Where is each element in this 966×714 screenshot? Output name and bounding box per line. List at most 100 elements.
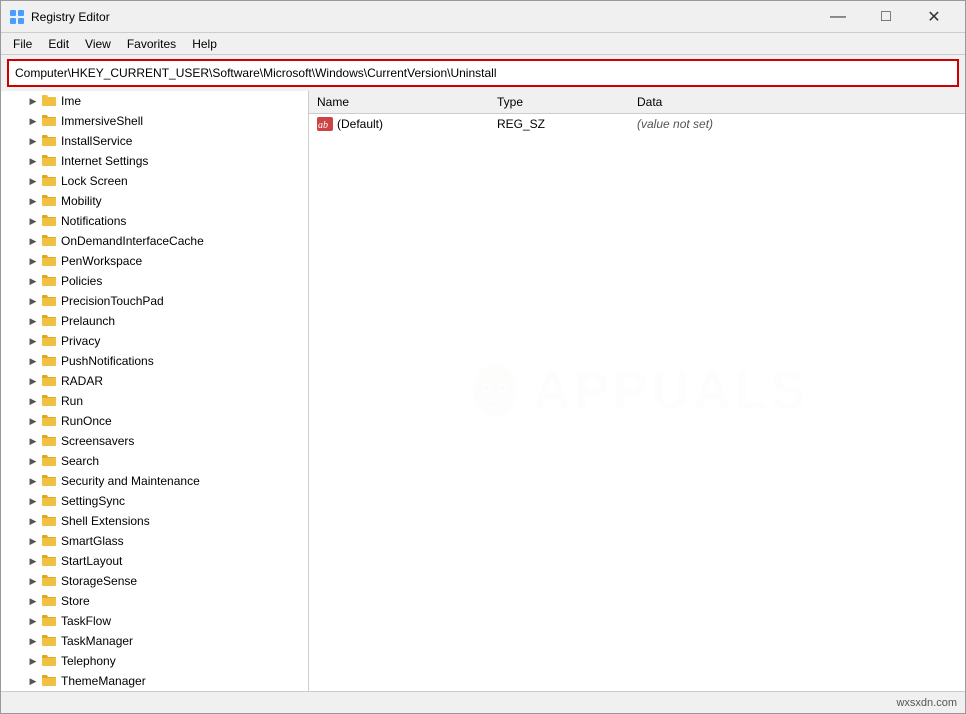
chevron-icon: ▶ xyxy=(25,533,41,549)
tree-label: Policies xyxy=(61,274,102,288)
chevron-icon: ▶ xyxy=(25,293,41,309)
tree-item-ondemand[interactable]: ▶ OnDemandInterfaceCache xyxy=(1,231,308,251)
maximize-button[interactable]: □ xyxy=(863,2,909,32)
tree-label: PenWorkspace xyxy=(61,254,142,268)
folder-icon xyxy=(41,472,61,491)
tree-item-ime[interactable]: ▶ Ime xyxy=(1,91,308,111)
chevron-icon: ▶ xyxy=(25,473,41,489)
menu-file[interactable]: File xyxy=(5,35,40,53)
tree-item-taskflow[interactable]: ▶ TaskFlow xyxy=(1,611,308,631)
tree-label: ThemeManager xyxy=(61,674,146,688)
tree-item-shellextensions[interactable]: ▶ Shell Extensions xyxy=(1,511,308,531)
address-input[interactable] xyxy=(15,66,951,80)
tree-label: InstallService xyxy=(61,134,132,148)
tree-item-internetsettings[interactable]: ▶ Internet Settings xyxy=(1,151,308,171)
detail-header: Name Type Data xyxy=(309,91,965,114)
tree-item-taskmanager[interactable]: ▶ TaskManager xyxy=(1,631,308,651)
folder-icon xyxy=(41,192,61,211)
folder-icon xyxy=(41,452,61,471)
menu-bar: File Edit View Favorites Help xyxy=(1,33,965,55)
tree-label: RADAR xyxy=(61,374,103,388)
address-bar xyxy=(7,59,959,87)
tree-label: ImmersiveShell xyxy=(61,114,143,128)
chevron-icon: ▶ xyxy=(25,273,41,289)
folder-icon xyxy=(41,392,61,411)
menu-edit[interactable]: Edit xyxy=(40,35,77,53)
tree-item-precisiontouchpad[interactable]: ▶ PrecisionTouchPad xyxy=(1,291,308,311)
chevron-icon: ▶ xyxy=(25,133,41,149)
folder-icon xyxy=(41,252,61,271)
tree-item-storagesense[interactable]: ▶ StorageSense xyxy=(1,571,308,591)
chevron-icon: ▶ xyxy=(25,113,41,129)
tree-item-immersiveshell[interactable]: ▶ ImmersiveShell xyxy=(1,111,308,131)
tree-item-lockscreen[interactable]: ▶ Lock Screen xyxy=(1,171,308,191)
tree-item-penworkspace[interactable]: ▶ PenWorkspace xyxy=(1,251,308,271)
menu-favorites[interactable]: Favorites xyxy=(119,35,184,53)
tree-label: Notifications xyxy=(61,214,126,228)
tree-label: Mobility xyxy=(61,194,102,208)
folder-icon xyxy=(41,492,61,511)
ab-icon: ab xyxy=(317,117,333,131)
folder-icon xyxy=(41,152,61,171)
tree-label: OnDemandInterfaceCache xyxy=(61,234,204,248)
status-bar: wxsxdn.com xyxy=(1,691,965,713)
folder-icon xyxy=(41,92,61,111)
tree-label: Security and Maintenance xyxy=(61,474,200,488)
column-name: Name xyxy=(317,95,497,109)
tree-item-search[interactable]: ▶ Search xyxy=(1,451,308,471)
tree-item-mobility[interactable]: ▶ Mobility xyxy=(1,191,308,211)
chevron-icon: ▶ xyxy=(25,573,41,589)
chevron-icon: ▶ xyxy=(25,313,41,329)
tree-label: StorageSense xyxy=(61,574,137,588)
main-content: ▶ Ime ▶ ImmersiveShell xyxy=(1,91,965,691)
tree-label: PushNotifications xyxy=(61,354,154,368)
menu-help[interactable]: Help xyxy=(184,35,225,53)
tree-item-smartglass[interactable]: ▶ SmartGlass xyxy=(1,531,308,551)
folder-icon xyxy=(41,112,61,131)
column-type: Type xyxy=(497,95,637,109)
chevron-icon: ▶ xyxy=(25,193,41,209)
tree-item-notifications[interactable]: ▶ Notifications xyxy=(1,211,308,231)
folder-icon xyxy=(41,372,61,391)
tree-item-policies[interactable]: ▶ Policies xyxy=(1,271,308,291)
tree-item-radar[interactable]: ▶ RADAR xyxy=(1,371,308,391)
tree-item-securitymaintenance[interactable]: ▶ Security and Maintenance xyxy=(1,471,308,491)
tree-label: RunOnce xyxy=(61,414,112,428)
chevron-icon: ▶ xyxy=(25,253,41,269)
tree-pane[interactable]: ▶ Ime ▶ ImmersiveShell xyxy=(1,91,309,691)
tree-label: TaskFlow xyxy=(61,614,111,628)
tree-label: Internet Settings xyxy=(61,154,148,168)
tree-item-installservice[interactable]: ▶ InstallService xyxy=(1,131,308,151)
tree-item-prelaunch[interactable]: ▶ Prelaunch xyxy=(1,311,308,331)
menu-view[interactable]: View xyxy=(77,35,119,53)
column-data: Data xyxy=(637,95,957,109)
chevron-icon: ▶ xyxy=(25,673,41,689)
detail-pane: Name Type Data ab (Default) REG_SZ (valu… xyxy=(309,91,965,691)
tree-item-runonce[interactable]: ▶ RunOnce xyxy=(1,411,308,431)
chevron-icon: ▶ xyxy=(25,553,41,569)
folder-icon xyxy=(41,172,61,191)
tree-item-settingsync[interactable]: ▶ SettingSync xyxy=(1,491,308,511)
tree-item-pushnotifications[interactable]: ▶ PushNotifications xyxy=(1,351,308,371)
tree-label: Prelaunch xyxy=(61,314,115,328)
tree-item-telephony[interactable]: ▶ Telephony xyxy=(1,651,308,671)
tree-item-privacy[interactable]: ▶ Privacy xyxy=(1,331,308,351)
folder-icon xyxy=(41,612,61,631)
tree-item-thememanager[interactable]: ▶ ThemeManager xyxy=(1,671,308,691)
chevron-icon: ▶ xyxy=(25,513,41,529)
detail-row-default[interactable]: ab (Default) REG_SZ (value not set) xyxy=(309,114,965,134)
tree-item-store[interactable]: ▶ Store xyxy=(1,591,308,611)
title-bar: Registry Editor — □ ✕ xyxy=(1,1,965,33)
close-button[interactable]: ✕ xyxy=(911,2,957,32)
tree-label: Lock Screen xyxy=(61,174,128,188)
tree-label: PrecisionTouchPad xyxy=(61,294,164,308)
tree-label: Ime xyxy=(61,94,81,108)
window-title: Registry Editor xyxy=(31,10,815,24)
tree-item-screensavers[interactable]: ▶ Screensavers xyxy=(1,431,308,451)
tree-item-startlayout[interactable]: ▶ StartLayout xyxy=(1,551,308,571)
minimize-button[interactable]: — xyxy=(815,2,861,32)
chevron-icon: ▶ xyxy=(25,233,41,249)
folder-icon xyxy=(41,532,61,551)
registry-editor-window: Registry Editor — □ ✕ File Edit View Fav… xyxy=(0,0,966,714)
tree-item-run[interactable]: ▶ Run xyxy=(1,391,308,411)
